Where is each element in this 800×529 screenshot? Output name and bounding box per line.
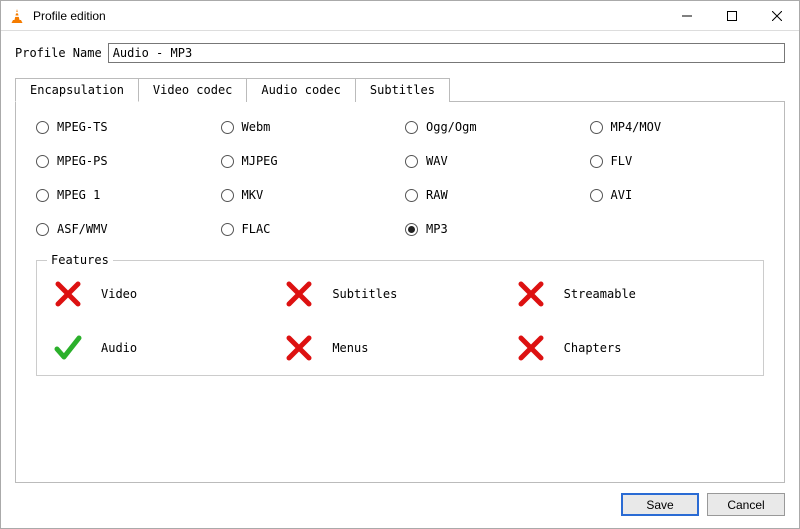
feature-video: Video [53, 279, 284, 309]
format-radio-raw[interactable]: RAW [405, 188, 580, 202]
feature-menus: Menus [284, 333, 515, 363]
radio-label: MPEG-TS [57, 120, 108, 134]
format-radio-wav[interactable]: WAV [405, 154, 580, 168]
feature-label: Chapters [564, 341, 622, 355]
close-button[interactable] [754, 1, 799, 31]
feature-streamable: Streamable [516, 279, 747, 309]
radio-icon [405, 223, 418, 236]
profile-name-label: Profile Name [15, 46, 102, 60]
format-radio-mpeg-ps[interactable]: MPEG-PS [36, 154, 211, 168]
minimize-button[interactable] [664, 1, 709, 31]
profile-name-row: Profile Name [15, 43, 785, 63]
maximize-button[interactable] [709, 1, 754, 31]
cancel-button[interactable]: Cancel [707, 493, 785, 516]
format-radio-flac[interactable]: FLAC [221, 222, 396, 236]
radio-icon [405, 155, 418, 168]
radio-icon [221, 121, 234, 134]
features-grid: Video Subtitles Streamable Audio Menus Chapte… [53, 279, 747, 363]
cross-icon [284, 279, 314, 309]
titlebar: Profile edition [1, 1, 799, 31]
vlc-cone-icon [9, 8, 25, 24]
format-radio-grid: MPEG-TS Webm Ogg/Ogm MP4/MOV MPEG-PS MJPEG WAV… [36, 120, 764, 236]
format-radio-avi[interactable]: AVI [590, 188, 765, 202]
radio-label: MPEG-PS [57, 154, 108, 168]
radio-label: MP4/MOV [611, 120, 662, 134]
radio-icon [221, 189, 234, 202]
radio-label: ASF/WMV [57, 222, 108, 236]
radio-label: FLV [611, 154, 633, 168]
feature-subtitles: Subtitles [284, 279, 515, 309]
check-icon [53, 333, 83, 363]
cross-icon [516, 279, 546, 309]
radio-icon [405, 189, 418, 202]
profile-name-input[interactable] [108, 43, 785, 63]
feature-label: Subtitles [332, 287, 397, 301]
radio-icon [36, 189, 49, 202]
feature-audio: Audio [53, 333, 284, 363]
radio-icon [221, 223, 234, 236]
feature-label: Audio [101, 341, 137, 355]
features-title: Features [47, 253, 113, 267]
format-radio-mjpeg[interactable]: MJPEG [221, 154, 396, 168]
tab-panel-encapsulation: MPEG-TS Webm Ogg/Ogm MP4/MOV MPEG-PS MJPEG WAV… [15, 101, 785, 483]
tab-video-codec[interactable]: Video codec [138, 78, 247, 102]
feature-label: Menus [332, 341, 368, 355]
radio-label: WAV [426, 154, 448, 168]
radio-icon [221, 155, 234, 168]
cross-icon [284, 333, 314, 363]
tab-strip: EncapsulationVideo codecAudio codecSubti… [15, 77, 785, 101]
format-radio-flv[interactable]: FLV [590, 154, 765, 168]
feature-chapters: Chapters [516, 333, 747, 363]
feature-label: Streamable [564, 287, 636, 301]
tab-encapsulation[interactable]: Encapsulation [15, 78, 139, 102]
format-radio-mpeg-1[interactable]: MPEG 1 [36, 188, 211, 202]
radio-label: AVI [611, 188, 633, 202]
radio-label: RAW [426, 188, 448, 202]
format-radio-asf-wmv[interactable]: ASF/WMV [36, 222, 211, 236]
dialog-window: Profile edition Profile Name Encapsulati… [0, 0, 800, 529]
radio-icon [590, 155, 603, 168]
features-groupbox: Features VideoSubtitlesStreamableAudioMe… [36, 260, 764, 376]
radio-icon [405, 121, 418, 134]
tab-subtitles[interactable]: Subtitles [355, 78, 450, 102]
radio-label: MKV [242, 188, 264, 202]
dialog-footer: Save Cancel [1, 483, 799, 528]
radio-label: FLAC [242, 222, 271, 236]
cross-icon [516, 333, 546, 363]
radio-label: MJPEG [242, 154, 278, 168]
radio-icon [36, 155, 49, 168]
radio-icon [36, 121, 49, 134]
radio-label: MP3 [426, 222, 448, 236]
format-radio-mp4-mov[interactable]: MP4/MOV [590, 120, 765, 134]
radio-icon [590, 189, 603, 202]
cross-icon [53, 279, 83, 309]
format-radio-webm[interactable]: Webm [221, 120, 396, 134]
save-button[interactable]: Save [621, 493, 699, 516]
format-radio-ogg-ogm[interactable]: Ogg/Ogm [405, 120, 580, 134]
tab-audio-codec[interactable]: Audio codec [246, 78, 355, 102]
dialog-content: Profile Name EncapsulationVideo codecAud… [1, 31, 799, 483]
radio-label: Webm [242, 120, 271, 134]
format-radio-mkv[interactable]: MKV [221, 188, 396, 202]
radio-icon [590, 121, 603, 134]
feature-label: Video [101, 287, 137, 301]
format-radio-mpeg-ts[interactable]: MPEG-TS [36, 120, 211, 134]
radio-label: MPEG 1 [57, 188, 100, 202]
window-title: Profile edition [33, 9, 664, 23]
radio-label: Ogg/Ogm [426, 120, 477, 134]
radio-icon [36, 223, 49, 236]
format-radio-mp3[interactable]: MP3 [405, 222, 580, 236]
